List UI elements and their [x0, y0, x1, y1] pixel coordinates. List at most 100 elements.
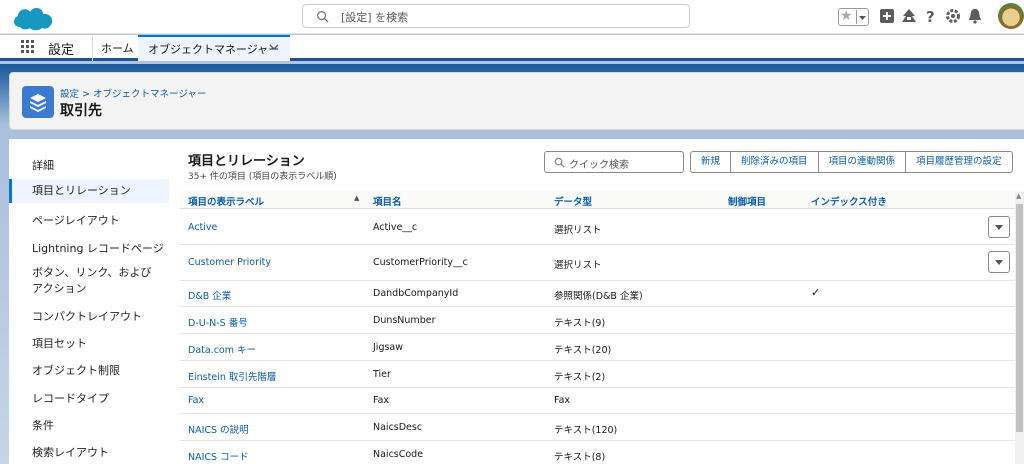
tab-object-manager-label: オブジェクトマネージャー — [148, 43, 280, 56]
breadcrumb-object-manager-link[interactable]: オブジェクトマネージャー — [93, 89, 206, 100]
table-row: Customer Priority CustomerPriority__c 選択… — [180, 245, 1024, 281]
deleted-fields-button[interactable]: 削除済みの項目 — [730, 151, 819, 173]
scroll-up-arrow-icon[interactable]: ▲ — [1016, 192, 1021, 200]
field-api-name: Tier — [373, 369, 391, 380]
field-data-type: テキスト(120) — [554, 425, 618, 436]
section-title: 項目とリレーション — [188, 154, 305, 169]
app-navigation-bar: 設定 ホーム オブジェクトマネージャー — [0, 35, 1024, 61]
sort-ascending-icon[interactable]: ▲ — [354, 194, 359, 202]
search-icon — [554, 157, 565, 168]
breadcrumb: 設定 > オブジェクトマネージャー — [60, 86, 206, 100]
page-title: 取引先 — [60, 103, 102, 119]
notifications-bell-icon[interactable] — [966, 7, 984, 25]
app-launcher-icon[interactable] — [21, 40, 35, 54]
field-api-name: DandbCompanyId — [373, 288, 459, 299]
column-header-label[interactable]: 項目の表示ラベル — [188, 194, 264, 208]
salesforce-logo[interactable] — [10, 3, 56, 33]
column-header-controlling-field[interactable]: 制御項目 — [728, 194, 766, 208]
field-data-type: テキスト(20) — [554, 345, 612, 356]
row-actions-dropdown[interactable] — [988, 216, 1010, 238]
sidebar-item-fields-relationships[interactable]: 項目とリレーション — [9, 179, 169, 203]
table-row: D&B 企業 DandbCompanyId 参照関係(D&B 企業) ✓ — [180, 281, 1024, 307]
field-api-name: NaicsDesc — [373, 422, 423, 433]
table-row: Data.com キー Jigsaw テキスト(20) — [180, 334, 1024, 361]
field-data-type: 選択リスト — [554, 225, 602, 236]
sidebar-item-conditions[interactable]: 条件 — [9, 417, 169, 433]
global-search-input[interactable]: [設定] を検索 — [302, 4, 690, 28]
sidebar-item-page-layouts[interactable]: ページレイアウト — [9, 212, 169, 228]
new-button[interactable]: 新規 — [690, 151, 732, 173]
field-history-tracking-button[interactable]: 項目履歴管理の設定 — [905, 151, 1013, 173]
content-card: 詳細 項目とリレーション ページレイアウト Lightning レコードページ … — [9, 139, 1024, 464]
table-row: Active Active__c 選択リスト — [180, 210, 1024, 245]
favorites-dropdown-icon[interactable] — [856, 10, 867, 24]
favorites-button[interactable]: ★ — [838, 8, 869, 26]
nav-divider — [92, 35, 93, 61]
user-avatar[interactable] — [998, 3, 1024, 29]
sidebar-item-details[interactable]: 詳細 — [9, 157, 169, 173]
sidebar-item-field-sets[interactable]: 項目セット — [9, 335, 169, 351]
sidebar-item-buttons-links-actions[interactable]: ボタン、リンク、およびアクション — [9, 265, 159, 297]
app-name: 設定 — [48, 43, 75, 58]
table-row: Einstein 取引先階層 Tier テキスト(2) — [180, 361, 1024, 388]
gear-icon[interactable] — [944, 7, 962, 25]
breadcrumb-setup-link[interactable]: 設定 — [60, 89, 79, 100]
global-header: [設定] を検索 ★ ? — [0, 0, 1024, 34]
table-row: NAICS の説明 NaicsDesc テキスト(120) — [180, 414, 1024, 441]
add-icon[interactable] — [878, 7, 896, 25]
field-label-link[interactable]: D-U-N-S 番号 — [188, 315, 248, 329]
field-api-name: Fax — [373, 395, 390, 406]
object-sidebar: 詳細 項目とリレーション ページレイアウト Lightning レコードページ … — [9, 139, 169, 464]
column-header-data-type[interactable]: データ型 — [554, 194, 592, 208]
sidebar-item-object-limits[interactable]: オブジェクト制限 — [9, 362, 169, 378]
table-row: NAICS コード NaicsCode テキスト(8) — [180, 441, 1024, 464]
search-icon — [317, 11, 329, 23]
field-data-type: テキスト(9) — [554, 318, 606, 329]
field-api-name: Active__c — [373, 222, 418, 233]
tab-home[interactable]: ホーム — [101, 40, 134, 56]
sidebar-item-compact-layouts[interactable]: コンパクトレイアウト — [9, 308, 169, 324]
table-row: D-U-N-S 番号 DunsNumber テキスト(9) — [180, 307, 1024, 334]
field-api-name: CustomerPriority__c — [373, 257, 468, 268]
column-header-indexed[interactable]: インデックス付き — [811, 194, 887, 208]
search-placeholder: [設定] を検索 — [341, 11, 409, 24]
star-icon: ★ — [840, 8, 853, 24]
quick-search-placeholder: クイック検索 — [569, 160, 629, 171]
field-label-link[interactable]: NAICS の説明 — [188, 422, 249, 436]
row-actions-dropdown[interactable] — [988, 251, 1010, 273]
quick-search-input[interactable]: クイック検索 — [544, 151, 684, 173]
field-data-type: テキスト(2) — [554, 372, 606, 383]
field-label-link[interactable]: Active — [188, 222, 217, 233]
help-icon[interactable]: ? — [922, 7, 940, 25]
table-row: Fax Fax Fax — [180, 388, 1024, 414]
breadcrumb-separator: > — [79, 89, 94, 100]
table-header: 項目の表示ラベル ▲ 項目名 データ型 制御項目 インデックス付き — [180, 191, 1024, 209]
sidebar-item-record-types[interactable]: レコードタイプ — [9, 390, 169, 406]
tab-object-manager[interactable]: オブジェクトマネージャー — [138, 35, 290, 61]
field-dependencies-button[interactable]: 項目の連動関係 — [817, 151, 907, 173]
field-label-link[interactable]: Fax — [188, 395, 204, 406]
fields-relationships-panel: 項目とリレーション 35+ 件の項目 (項目の表示ラベル順) クイック検索 新規… — [180, 139, 1024, 464]
indexed-check-icon: ✓ — [811, 286, 821, 299]
field-label-link[interactable]: D&B 企業 — [188, 288, 231, 302]
field-label-link[interactable]: Einstein 取引先階層 — [188, 369, 276, 383]
column-header-api-name[interactable]: 項目名 — [373, 194, 402, 208]
field-api-name: Jigsaw — [373, 342, 404, 353]
object-stack-icon — [22, 86, 54, 118]
sidebar-item-lightning-record-pages[interactable]: Lightning レコードページ — [9, 240, 169, 256]
chevron-down-icon[interactable] — [269, 42, 279, 55]
field-data-type: 参照関係(D&B 企業) — [554, 291, 643, 302]
scrollbar-thumb[interactable] — [1016, 204, 1023, 432]
field-data-type: 選択リスト — [554, 260, 602, 271]
action-button-group: 新規 削除済みの項目 項目の連動関係 項目履歴管理の設定 — [690, 151, 1013, 173]
page-header: 設定 > オブジェクトマネージャー 取引先 — [9, 72, 1024, 130]
field-api-name: NaicsCode — [373, 449, 424, 460]
field-data-type: テキスト(8) — [554, 452, 606, 463]
field-label-link[interactable]: NAICS コード — [188, 449, 249, 463]
section-subtitle: 35+ 件の項目 (項目の表示ラベル順) — [188, 172, 337, 182]
trailhead-icon[interactable] — [900, 7, 918, 25]
field-data-type: Fax — [554, 395, 571, 406]
field-label-link[interactable]: Data.com キー — [188, 342, 256, 356]
field-label-link[interactable]: Customer Priority — [188, 257, 271, 268]
sidebar-item-search-layouts[interactable]: 検索レイアウト — [9, 444, 169, 460]
